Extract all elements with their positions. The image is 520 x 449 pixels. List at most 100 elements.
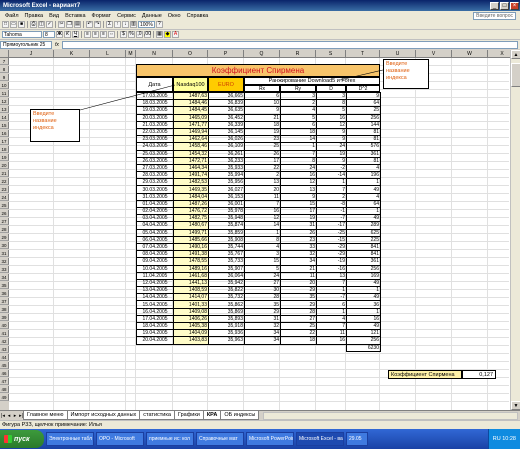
taskbar-item[interactable]: 29.05 <box>346 432 368 446</box>
italic-icon[interactable]: К <box>64 31 71 38</box>
horizontal-scrollbar[interactable] <box>263 411 518 420</box>
cell-date[interactable]: 31.03.2005 <box>136 192 174 201</box>
cell-ry[interactable]: 9 <box>280 192 317 201</box>
cell-ry[interactable]: 6 <box>280 120 317 129</box>
cell-date[interactable]: 21.03.2005 <box>136 120 174 129</box>
cell-ry[interactable]: 15 <box>280 199 317 209</box>
row-header[interactable]: 41 <box>0 330 9 338</box>
cell-ry[interactable]: 25 <box>280 321 317 331</box>
row-header[interactable]: 9 <box>0 74 9 82</box>
cell-euro[interactable]: 35,733 <box>208 257 245 266</box>
row-header[interactable]: 27 <box>0 218 9 226</box>
cell-ry[interactable]: 18 <box>280 336 317 345</box>
cell-ry[interactable]: 29 <box>280 286 317 295</box>
sum-d2-cell[interactable]: 6230 <box>346 343 381 352</box>
column-header[interactable]: L <box>90 50 126 58</box>
cell-date[interactable]: 18.04.2005 <box>136 321 174 331</box>
cell-rx[interactable]: 34 <box>244 336 281 345</box>
cell-ry[interactable]: 35 <box>280 293 317 302</box>
cell-d[interactable]: 8 <box>316 99 347 108</box>
cell-d2[interactable]: 36 <box>346 300 381 309</box>
row-header[interactable]: 26 <box>0 210 9 218</box>
cell-d[interactable]: 7 <box>316 185 347 194</box>
name-box[interactable]: Прямоугольник 25 <box>0 40 52 49</box>
redo-icon[interactable]: ↷ <box>94 21 101 28</box>
cell-euro[interactable]: 35,862 <box>208 300 245 309</box>
tab-main-menu[interactable]: Главное меню <box>23 411 68 420</box>
cell-index[interactable]: 1465,09 <box>173 113 209 122</box>
formula-input[interactable] <box>62 40 518 49</box>
row-header[interactable]: 11 <box>0 90 9 98</box>
cell-euro[interactable]: 35,942 <box>208 278 245 288</box>
menu-format[interactable]: Формат <box>89 13 115 19</box>
cell-d[interactable]: -2 <box>316 163 347 173</box>
select-all-corner[interactable] <box>0 50 9 58</box>
row-header[interactable]: 12 <box>0 98 9 106</box>
empty-cell[interactable] <box>174 344 209 351</box>
row-header[interactable]: 15 <box>0 122 9 130</box>
column-header[interactable]: M <box>126 50 136 58</box>
scroll-up-icon[interactable]: ▲ <box>511 50 520 59</box>
tab-import[interactable]: Импорт исходных данных <box>66 411 141 420</box>
cell-index[interactable]: 1408,59 <box>173 286 209 295</box>
column-header[interactable]: J <box>9 50 54 58</box>
cell-index[interactable]: 1480,67 <box>173 221 209 230</box>
cell-ry[interactable]: 20 <box>280 278 317 288</box>
cell-euro[interactable]: 36,339 <box>208 120 245 129</box>
header-d2[interactable]: D^2 <box>346 85 380 92</box>
help-search-box[interactable]: Введите вопрос <box>473 11 516 20</box>
cell-euro[interactable]: 36,145 <box>208 127 245 137</box>
row-header[interactable]: 31 <box>0 250 9 258</box>
cell-index[interactable]: 1484,04 <box>173 192 209 201</box>
font-select[interactable]: Tahoma <box>2 31 42 38</box>
cell-date[interactable]: 27.03.2005 <box>136 163 174 173</box>
row-header[interactable]: 38 <box>0 306 9 314</box>
percent-icon[interactable]: % <box>128 31 135 38</box>
cell-index[interactable]: 1491,38 <box>173 250 209 259</box>
cell-rx[interactable]: 19 <box>244 127 281 137</box>
cell-index[interactable]: 1406,26 <box>173 314 209 324</box>
maximize-button[interactable]: □ <box>500 1 509 10</box>
cell-ry[interactable]: 13 <box>280 185 317 194</box>
spearman-label[interactable]: Коэффициент Спирмена <box>388 370 462 379</box>
cell-d[interactable]: -16 <box>316 264 347 273</box>
cell-d2[interactable]: 144 <box>346 120 381 129</box>
cell-date[interactable]: 20.03.2005 <box>136 113 174 122</box>
new-file-icon[interactable]: □ <box>2 21 9 28</box>
cell-index[interactable]: 1405,38 <box>173 321 209 331</box>
cell-rx[interactable]: 32 <box>244 321 281 331</box>
cell-d[interactable]: 12 <box>316 120 347 129</box>
cell-euro[interactable]: 36,665 <box>208 91 245 101</box>
cell-ry[interactable]: 7 <box>280 149 317 158</box>
cell-rx[interactable]: 35 <box>244 300 281 309</box>
cell-rx[interactable]: 7 <box>244 199 281 209</box>
cell-rx[interactable]: 8 <box>244 235 281 244</box>
cell-rx[interactable]: 18 <box>244 120 281 129</box>
cell-d[interactable]: 11 <box>316 329 347 338</box>
borders-icon[interactable]: ▦ <box>156 31 163 38</box>
cell-rx[interactable]: 16 <box>244 206 281 216</box>
cell-date[interactable]: 23.03.2005 <box>136 135 174 144</box>
column-header[interactable]: X <box>488 50 510 58</box>
cell-rx[interactable]: 17 <box>244 156 281 165</box>
cell-date[interactable]: 14.04.2005 <box>136 293 174 302</box>
cell-date[interactable]: 09.04.2005 <box>136 257 174 266</box>
cell-d2[interactable]: 49 <box>346 214 381 223</box>
cell-ry[interactable]: 32 <box>280 250 317 259</box>
cell-euro[interactable]: 35,994 <box>208 171 245 180</box>
cell-date[interactable]: 12.04.2005 <box>136 278 174 288</box>
cell-euro[interactable]: 36,452 <box>208 113 245 122</box>
cell-euro[interactable]: 35,956 <box>208 178 245 187</box>
cell-euro[interactable]: 36,635 <box>208 106 245 115</box>
cell-date[interactable]: 30.03.2005 <box>136 185 174 194</box>
cell-ry[interactable]: 8 <box>280 156 317 165</box>
scroll-thumb[interactable] <box>511 63 520 87</box>
column-header[interactable]: R <box>280 50 316 58</box>
cell-date[interactable]: 07.04.2005 <box>136 242 174 252</box>
cell-euro[interactable]: 36,109 <box>208 142 245 151</box>
align-right-icon[interactable]: ≡ <box>100 31 107 38</box>
cell-d2[interactable]: 49 <box>346 185 381 194</box>
cell-rx[interactable]: 23 <box>244 135 281 144</box>
column-header[interactable]: T <box>346 50 380 58</box>
cell-d[interactable]: -29 <box>316 242 347 252</box>
